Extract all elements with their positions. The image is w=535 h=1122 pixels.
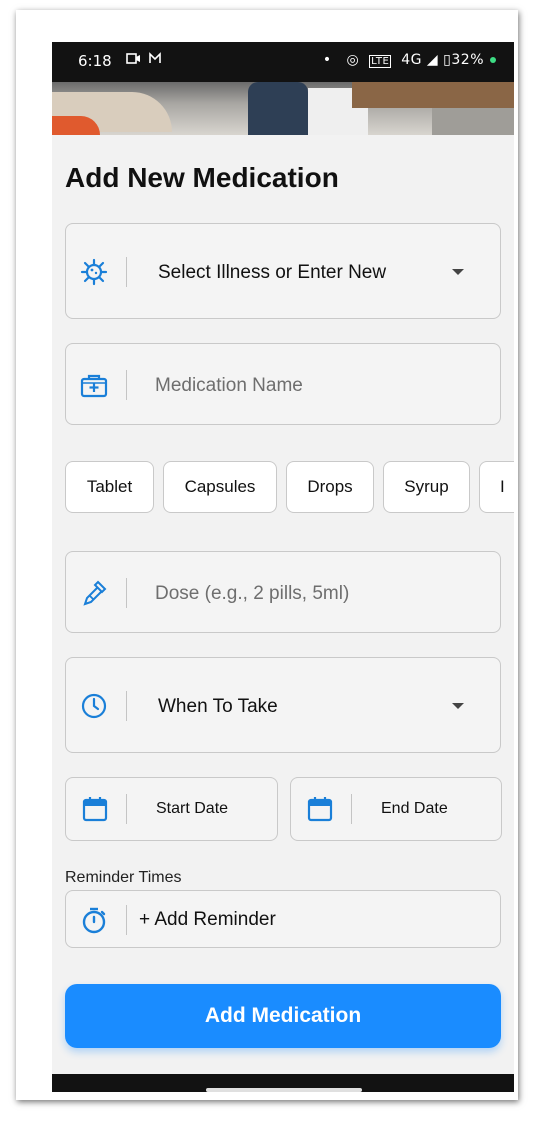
notification-icons [126,52,161,64]
chip-tablet[interactable]: Tablet [65,461,154,513]
hotspot-icon: ◎ [346,52,360,68]
status-bar: 6:18 • ◎ LTE 4G ◢ ▯32% [52,42,514,82]
when-to-take-select[interactable]: When To Take [65,657,501,753]
status-dot-icon: • [322,52,332,68]
start-date-label: Start Date [156,800,229,817]
illness-select[interactable]: Select Illness or Enter New [65,223,501,319]
end-date-field[interactable]: End Date [290,777,502,841]
reminder-times-label: Reminder Times [65,869,182,886]
dose-field[interactable]: Dose (e.g., 2 pills, 5ml) [65,551,501,633]
volte-icon: LTE [369,55,392,68]
calendar-icon [82,797,108,822]
dropper-icon [83,580,107,606]
when-to-take-label: When To Take [158,696,278,717]
clock-icon [81,693,107,719]
page-title: Add New Medication [65,162,339,193]
privacy-dot-icon [490,57,496,63]
chip-partial[interactable]: I [479,461,514,513]
add-reminder-label: + Add Reminder [139,909,276,930]
header-image [52,82,514,135]
chip-drops[interactable]: Drops [286,461,374,513]
network-type: 4G [401,52,422,68]
chevron-down-icon [452,703,464,709]
chip-capsules[interactable]: Capsules [163,461,277,513]
status-right: • ◎ LTE 4G ◢ ▯32% [323,52,496,68]
signal-icon: ◢ [426,52,439,68]
medication-name-field[interactable]: Medication Name [65,343,501,425]
status-time: 6:18 [78,52,112,70]
add-medication-button[interactable]: Add Medication [65,984,501,1048]
dose-placeholder: Dose (e.g., 2 pills, 5ml) [155,583,350,604]
app-screen: 6:18 • ◎ LTE 4G ◢ ▯32% Add New Medicatio… [52,42,514,1092]
battery-level: 32% [451,52,484,68]
medkit-icon [80,374,108,398]
illness-select-label: Select Illness or Enter New [158,262,387,283]
status-notification-icons [126,51,170,71]
calendar-icon [307,797,333,822]
chip-syrup[interactable]: Syrup [383,461,470,513]
add-reminder-button[interactable]: + Add Reminder [65,890,501,948]
device-frame: 6:18 • ◎ LTE 4G ◢ ▯32% Add New Medicatio… [16,10,518,1100]
home-handle[interactable] [206,1088,362,1092]
virus-icon [80,258,108,286]
timer-icon [82,907,106,934]
navigation-bar [52,1074,514,1092]
end-date-label: End Date [381,800,448,817]
medication-name-placeholder: Medication Name [155,375,303,396]
chevron-down-icon [452,269,464,275]
start-date-field[interactable]: Start Date [65,777,278,841]
